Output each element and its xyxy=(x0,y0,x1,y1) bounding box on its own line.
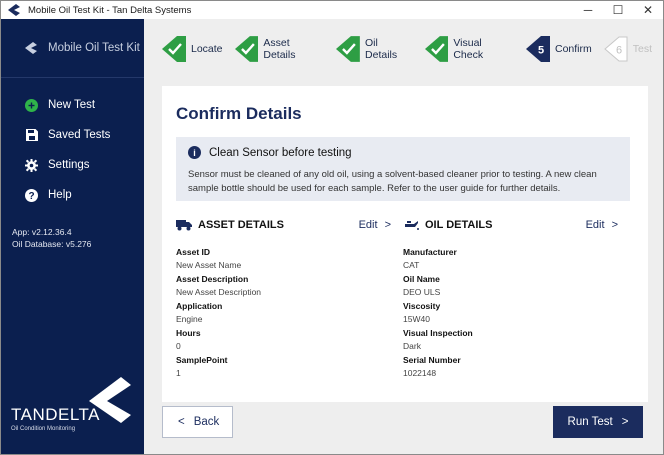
info-icon: i xyxy=(188,146,201,159)
field-label: SamplePoint xyxy=(176,355,228,365)
sidebar-item-new-test[interactable]: New Test xyxy=(1,90,144,120)
step-visual-check[interactable]: Visual Check xyxy=(424,35,514,62)
window-title: Mobile Oil Test Kit - Tan Delta Systems xyxy=(28,4,192,16)
svg-text:?: ? xyxy=(28,191,34,202)
sidebar-item-saved-tests[interactable]: Saved Tests xyxy=(1,120,144,150)
oil-details-heading: OIL DETAILS xyxy=(425,219,493,231)
oil-can-icon xyxy=(405,221,419,230)
field-value: Engine xyxy=(176,314,203,324)
step-label: Asset Details xyxy=(263,36,296,61)
edit-label: Edit xyxy=(358,219,378,231)
app-window: Mobile Oil Test Kit - Tan Delta Systems … xyxy=(0,0,664,455)
progress-steps: Locate Asset Details Oil Details Visual … xyxy=(144,19,663,78)
run-test-label: Run Test xyxy=(567,416,613,428)
back-button[interactable]: < Back xyxy=(162,406,233,438)
close-button[interactable]: ✕ xyxy=(633,1,663,19)
app-logo-icon xyxy=(8,4,20,16)
step-label: Confirm xyxy=(554,42,592,55)
title-bar: Mobile Oil Test Kit - Tan Delta Systems … xyxy=(1,1,663,19)
check-chevron-icon xyxy=(162,35,186,62)
field-value: DEO ULS xyxy=(403,287,441,297)
confirm-card: Confirm Details i Clean Sensor before te… xyxy=(162,86,648,402)
brand-name: TANDELTA xyxy=(11,405,101,424)
truck-icon xyxy=(176,220,192,231)
chevron-left-icon: < xyxy=(178,416,185,428)
page-title: Confirm Details xyxy=(176,104,302,123)
clean-sensor-notice: i Clean Sensor before testing Sensor mus… xyxy=(176,137,630,201)
field-label: Application xyxy=(176,301,223,311)
gear-icon xyxy=(25,158,38,172)
asset-fields: Asset ID New Asset Name Asset Descriptio… xyxy=(176,246,391,381)
field-label: Asset Description xyxy=(176,274,249,284)
field-label: Oil Name xyxy=(403,274,440,284)
sidebar-nav: New Test Saved Tests Settings ? Help xyxy=(1,90,144,210)
brand-tagline: Oil Condition Monitoring xyxy=(11,426,76,432)
field-label: Visual Inspection xyxy=(403,328,473,338)
back-label: Back xyxy=(193,416,220,428)
svg-text:6: 6 xyxy=(616,44,622,56)
field-value: Dark xyxy=(403,341,421,351)
oil-fields: Manufacturer CAT Oil Name DEO ULS Viscos… xyxy=(403,246,618,381)
version-info: App: v2.12.36.4 Oil Database: v5.276 xyxy=(1,226,144,250)
step-asset-details[interactable]: Asset Details xyxy=(234,35,325,62)
main-content: Locate Asset Details Oil Details Visual … xyxy=(144,19,663,454)
edit-oil-button[interactable]: Edit > xyxy=(586,219,618,231)
plus-circle-icon xyxy=(25,98,38,112)
field-label: Asset ID xyxy=(176,247,211,257)
notice-body: Sensor must be cleaned of any old oil, u… xyxy=(188,169,597,194)
step-label: Test xyxy=(632,42,653,55)
asset-details-heading: ASSET DETAILS xyxy=(198,219,284,231)
field-label: Hours xyxy=(176,328,201,338)
field-value: 1 xyxy=(176,368,181,378)
question-circle-icon: ? xyxy=(25,188,38,202)
edit-asset-button[interactable]: Edit > xyxy=(359,219,391,231)
check-chevron-icon xyxy=(234,35,259,62)
sidebar-item-label: Help xyxy=(48,189,72,201)
brand-logo: TANDELTA Oil Condition Monitoring xyxy=(11,375,133,439)
field-value: 1022148 xyxy=(403,368,437,378)
minimize-button[interactable]: ─ xyxy=(573,1,603,19)
sidebar-app-name: Mobile Oil Test Kit xyxy=(48,42,140,54)
svg-text:5: 5 xyxy=(538,44,544,56)
step-locate[interactable]: Locate xyxy=(162,35,223,62)
field-value: 0 xyxy=(176,341,181,351)
sidebar-item-label: Settings xyxy=(48,159,90,171)
step-label: Visual Check xyxy=(453,36,484,61)
field-value: New Asset Name xyxy=(176,260,242,270)
sidebar-header: Mobile Oil Test Kit xyxy=(1,19,144,78)
step-label: Oil Details xyxy=(365,36,398,61)
step-confirm: 5 Confirm xyxy=(525,35,592,62)
app-version: App: v2.12.36.4 xyxy=(12,227,72,237)
step-oil-details[interactable]: Oil Details xyxy=(336,35,412,62)
chevron-right-icon: > xyxy=(384,219,391,231)
floppy-disk-icon xyxy=(25,129,38,142)
app-logo-icon xyxy=(25,42,37,54)
field-label: Serial Number xyxy=(403,355,461,365)
step-label: Locate xyxy=(191,42,223,55)
check-chevron-icon xyxy=(424,35,449,62)
sidebar-item-label: New Test xyxy=(48,99,96,111)
maximize-button[interactable]: ☐ xyxy=(603,1,633,19)
asset-details-section: ASSET DETAILS Edit > Asset ID New Asset … xyxy=(176,217,391,381)
chevron-right-icon: > xyxy=(621,416,629,428)
sidebar-item-label: Saved Tests xyxy=(48,129,111,141)
sidebar-item-help[interactable]: ? Help xyxy=(1,180,144,210)
field-value: 15W40 xyxy=(403,314,430,324)
notice-title: Clean Sensor before testing xyxy=(209,146,352,159)
field-label: Viscosity xyxy=(403,301,441,311)
step-number-chevron-icon: 5 xyxy=(525,35,550,62)
step-number-chevron-icon: 6 xyxy=(603,36,628,61)
chevron-right-icon: > xyxy=(611,219,618,231)
step-test: 6 Test xyxy=(603,36,653,62)
oil-details-section: OIL DETAILS Edit > Manufacturer CAT Oil … xyxy=(403,217,618,381)
field-value: CAT xyxy=(403,260,420,270)
sidebar-item-settings[interactable]: Settings xyxy=(1,150,144,180)
database-version: Oil Database: v5.276 xyxy=(12,239,92,249)
run-test-button[interactable]: Run Test > xyxy=(553,406,643,438)
sidebar: Mobile Oil Test Kit New Test Saved Tests… xyxy=(1,19,144,454)
field-label: Manufacturer xyxy=(403,247,457,257)
edit-label: Edit xyxy=(585,219,605,231)
check-chevron-icon xyxy=(336,35,361,62)
field-value: New Asset Description xyxy=(176,287,262,297)
